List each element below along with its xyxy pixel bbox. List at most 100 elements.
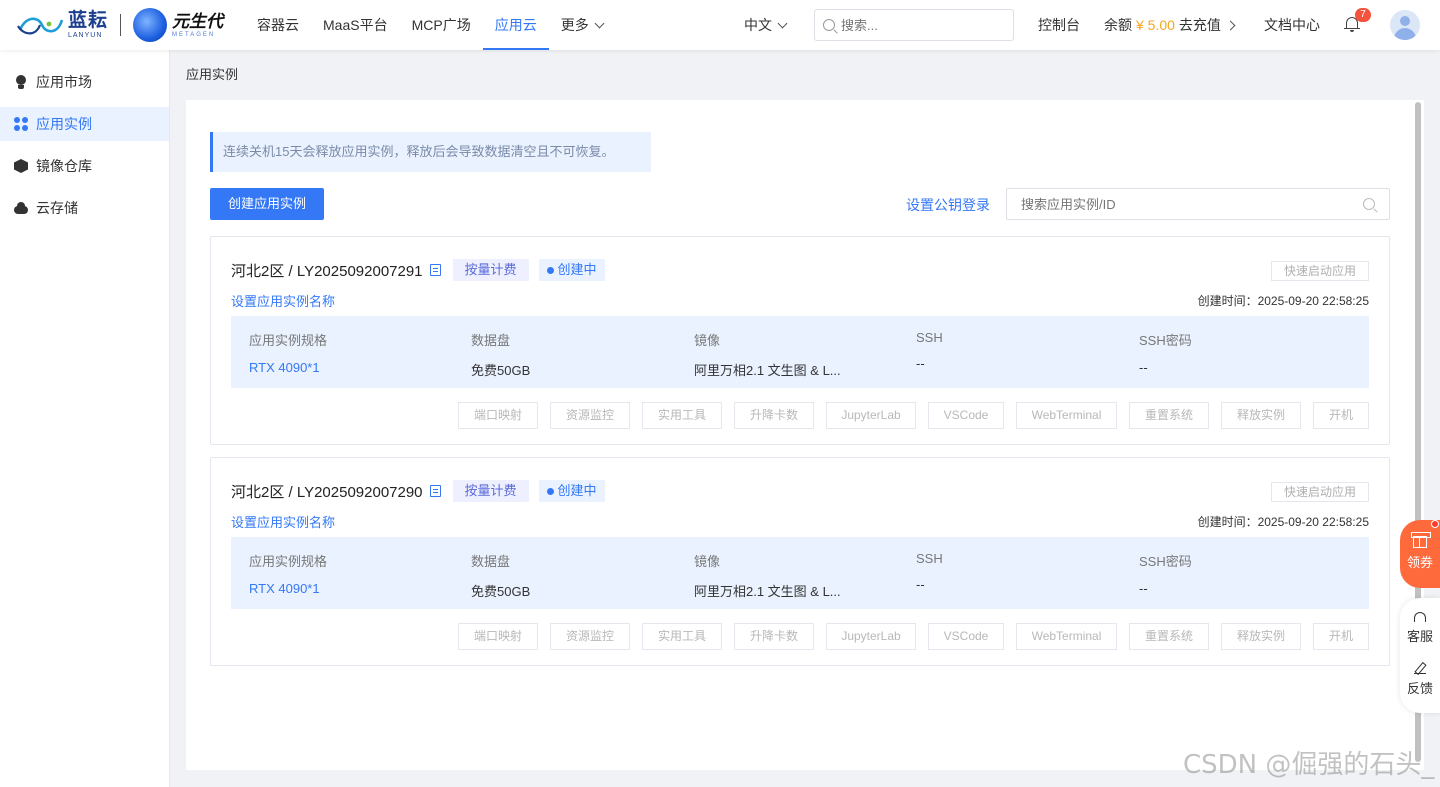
instance-search-input[interactable] — [1021, 196, 1363, 212]
breadcrumb: 应用实例 — [186, 67, 239, 82]
ssh-password-value: -- — [1139, 360, 1148, 375]
reset-system-button[interactable]: 重置系统 — [1129, 402, 1209, 429]
support-widget: 客服 反馈 — [1400, 598, 1440, 713]
billing-tag: 按量计费 — [452, 480, 529, 502]
sidebar-item-cloud-storage[interactable]: 云存储 — [0, 191, 169, 225]
lanyun-logo-text: 蓝耘 — [68, 10, 109, 31]
search-icon — [823, 19, 835, 31]
status-dot-icon — [546, 487, 554, 495]
instance-search[interactable] — [1006, 188, 1390, 220]
image-label: 镜像 — [694, 333, 721, 348]
vscode-button[interactable]: VSCode — [928, 623, 1004, 650]
release-instance-button[interactable]: 释放实例 — [1221, 623, 1301, 650]
ssh-password-label: SSH密码 — [1139, 333, 1192, 348]
sidebar-item-app-market[interactable]: 应用市场 — [0, 65, 169, 99]
created-time: 创建时间：2025-09-20 22:58:25 — [1197, 294, 1369, 308]
instance-spec-panel: 应用实例规格 RTX 4090*1 数据盘 免费50GB 镜像 阿里万相2.1 文生图… — [231, 537, 1369, 609]
webterminal-button[interactable]: WebTerminal — [1016, 623, 1117, 650]
globe-icon — [133, 8, 168, 42]
recharge-link[interactable]: 去充值 — [1179, 17, 1221, 33]
scale-gpu-button[interactable]: 升降卡数 — [734, 623, 814, 650]
customer-service-label: 客服 — [1406, 629, 1433, 644]
create-instance-button[interactable]: 创建应用实例 — [210, 188, 324, 220]
status-label: 创建中 — [557, 262, 597, 277]
global-search[interactable] — [814, 9, 1014, 41]
jupyterlab-button[interactable]: JupyterLab — [826, 402, 916, 429]
nav-container-cloud[interactable]: 容器云 — [245, 0, 311, 50]
sidebar-item-label: 镜像仓库 — [36, 158, 92, 174]
chevron-down-icon — [777, 18, 788, 29]
language-label: 中文 — [744, 17, 772, 33]
instance-actions: 端口映射 资源监控 实用工具 升降卡数 JupyterLab VSCode We… — [458, 402, 1369, 429]
vscode-button[interactable]: VSCode — [928, 402, 1004, 429]
copy-icon[interactable] — [429, 485, 441, 497]
sidebar-item-label: 云存储 — [36, 200, 78, 216]
sidebar-item-label: 应用市场 — [36, 74, 92, 90]
quick-start-button[interactable]: 快速启动应用 — [1270, 261, 1369, 281]
release-instance-button[interactable]: 释放实例 — [1221, 402, 1301, 429]
resource-monitor-button[interactable]: 资源监控 — [550, 623, 630, 650]
feedback-button[interactable]: 反馈 — [1400, 648, 1440, 698]
coupon-button[interactable]: 领券 — [1400, 520, 1440, 588]
balance[interactable]: 余额 ¥ 5.00 去充值 — [1104, 0, 1236, 50]
watermark: CSDN @倔强的石头_ — [1183, 750, 1435, 780]
console-link[interactable]: 控制台 — [1038, 0, 1080, 50]
ssh-label: SSH — [916, 551, 943, 566]
disk-label: 数据盘 — [471, 554, 511, 569]
power-on-button[interactable]: 开机 — [1313, 623, 1369, 650]
power-on-button[interactable]: 开机 — [1313, 402, 1369, 429]
ssh-value: -- — [916, 577, 925, 592]
tools-button[interactable]: 实用工具 — [642, 623, 722, 650]
feedback-label: 反馈 — [1406, 681, 1433, 696]
notice-banner: 连续关机15天会释放应用实例，释放后会导致数据清空且不可恢复。 — [210, 132, 651, 172]
set-key-login-link[interactable]: 设置公钥登录 — [906, 195, 990, 215]
chevron-down-icon — [594, 18, 605, 29]
customer-service-button[interactable]: 客服 — [1400, 598, 1440, 648]
gift-icon — [1411, 532, 1431, 548]
status-dot-icon — [546, 266, 554, 274]
reset-system-button[interactable]: 重置系统 — [1129, 623, 1209, 650]
resource-monitor-button[interactable]: 资源监控 — [550, 402, 630, 429]
instance-spec-panel: 应用实例规格 RTX 4090*1 数据盘 免费50GB 镜像 阿里万相2.1 文生图… — [231, 316, 1369, 388]
metagen-logo-text: 元生代 — [172, 11, 224, 31]
sidebar-item-image-registry[interactable]: 镜像仓库 — [0, 149, 169, 183]
grid-icon — [14, 117, 28, 131]
image-value: 阿里万相2.1 文生图 & L... — [694, 584, 841, 599]
spec-value[interactable]: RTX 4090*1 — [249, 581, 327, 596]
metagen-logo-subtext: METAGEN — [172, 31, 216, 38]
nav-mcp[interactable]: MCP广场 — [400, 0, 483, 50]
port-mapping-button[interactable]: 端口映射 — [458, 402, 538, 429]
docs-link[interactable]: 文档中心 — [1264, 0, 1320, 50]
search-icon[interactable] — [1363, 198, 1375, 210]
tools-button[interactable]: 实用工具 — [642, 402, 722, 429]
spec-value[interactable]: RTX 4090*1 — [249, 360, 327, 375]
copy-icon[interactable] — [429, 264, 441, 276]
set-instance-name-link[interactable]: 设置应用实例名称 — [231, 512, 335, 531]
created-time: 创建时间：2025-09-20 22:58:25 — [1197, 515, 1369, 529]
global-search-input[interactable] — [841, 17, 991, 33]
avatar[interactable] — [1390, 10, 1420, 40]
sidebar-item-label: 应用实例 — [36, 116, 92, 132]
webterminal-button[interactable]: WebTerminal — [1016, 402, 1117, 429]
main-panel: 连续关机15天会释放应用实例，释放后会导致数据清空且不可恢复。 创建应用实例 设… — [186, 100, 1424, 770]
top-bar: 蓝耘 LANYUN 元生代 METAGEN 容器云 MaaS平台 MCP广场 应… — [0, 0, 1440, 50]
language-selector[interactable]: 中文 — [744, 0, 788, 50]
jupyterlab-button[interactable]: JupyterLab — [826, 623, 916, 650]
logo[interactable]: 蓝耘 LANYUN 元生代 METAGEN — [16, 0, 223, 50]
lanyun-logo-icon — [17, 17, 64, 35]
image-value: 阿里万相2.1 文生图 & L... — [694, 363, 841, 378]
spec-label: 应用实例规格 — [249, 333, 328, 348]
scale-gpu-button[interactable]: 升降卡数 — [734, 402, 814, 429]
nav-more[interactable]: 更多 — [549, 0, 615, 50]
instance-id: 河北2区 / LY2025092007291 — [231, 262, 423, 280]
nav-maas[interactable]: MaaS平台 — [311, 0, 400, 50]
ssh-value: -- — [916, 356, 925, 371]
sidebar-item-app-instances[interactable]: 应用实例 — [0, 107, 169, 141]
port-mapping-button[interactable]: 端口映射 — [458, 623, 538, 650]
status-label: 创建中 — [557, 483, 597, 498]
nav-app-cloud[interactable]: 应用云 — [482, 0, 549, 50]
quick-start-button[interactable]: 快速启动应用 — [1270, 482, 1369, 502]
set-instance-name-link[interactable]: 设置应用实例名称 — [231, 291, 335, 310]
instance-id: 河北2区 / LY2025092007290 — [231, 483, 423, 501]
instance-title: 河北2区 / LY2025092007290 按量计费 创建中 — [231, 480, 605, 502]
